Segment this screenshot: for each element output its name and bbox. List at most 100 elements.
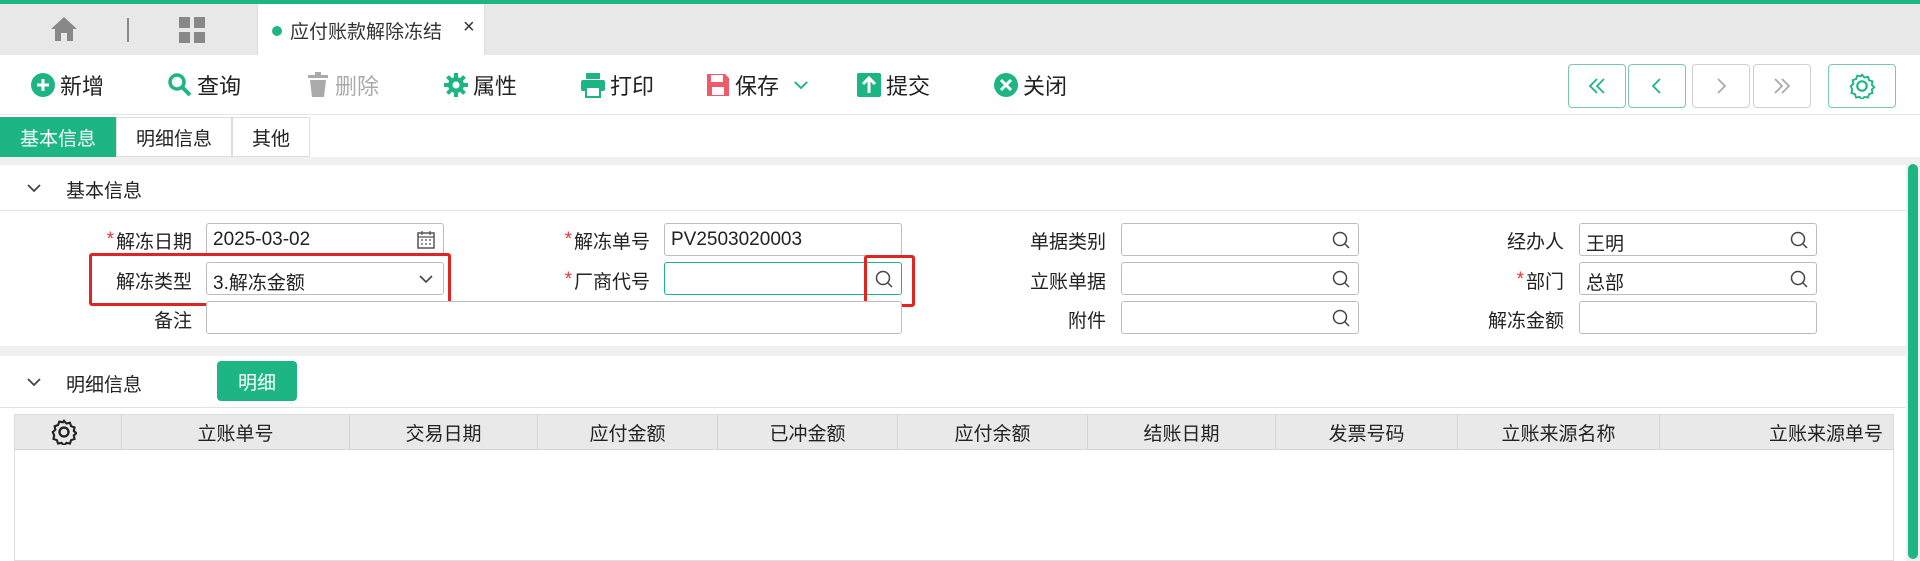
print-button[interactable]: 打印 [580,69,654,101]
unfreeze-date-value: 2025-03-02 [213,229,311,250]
department-value: 总部 [1586,273,1625,294]
section-title: 基本信息 [66,181,143,202]
upload-icon [857,73,881,97]
unfreeze-amount-label: 解冻金额 [1487,310,1564,332]
column-header[interactable]: 立账来源名称 [1458,415,1660,450]
close-icon[interactable]: × [463,16,475,39]
unfreeze-no-value: PV2503020003 [671,229,803,250]
remark-label: 备注 [153,310,192,332]
detail-table: 立账单号 交易日期 应付金额 已冲金额 应付余额 结账日期 发票号码 立账来源名… [14,414,1894,561]
handler-field[interactable]: 王明 [1579,223,1817,256]
next-record-button[interactable] [1692,64,1750,108]
vertical-scrollbar[interactable] [1906,160,1920,561]
save-label: 保存 [735,74,780,99]
query-button[interactable]: 查询 [167,69,241,101]
tab-unfreeze-payables[interactable]: 应付账款解除冻结 × [257,4,485,55]
close-button[interactable]: 关闭 [993,69,1067,101]
doc-category-field[interactable] [1121,223,1359,256]
handler-label: 经办人 [1506,231,1564,253]
basic-info-header[interactable]: 基本信息 [0,165,1910,211]
unfreeze-amount-field[interactable] [1579,301,1817,334]
attachment-label: 附件 [1067,310,1106,332]
highlight-box-vendor-search [864,255,915,307]
chevron-down-icon[interactable] [791,72,811,98]
unfreeze-no-label: * 解冻单号 [564,229,650,253]
department-label: * 部门 [1516,269,1564,293]
properties-button[interactable]: 属性 [443,69,517,101]
home-icon[interactable] [50,16,78,42]
highlight-box-unfreeze-type [89,253,451,306]
search-icon[interactable] [1789,269,1809,289]
unfreeze-no-field[interactable]: PV2503020003 [664,223,902,256]
gear-icon [444,73,468,97]
search-icon[interactable] [1331,308,1351,328]
properties-label: 属性 [473,74,518,99]
unfreeze-date-field[interactable]: 2025-03-02 [206,223,444,256]
account-doc-label: 立账单据 [1029,271,1106,293]
attachment-field[interactable] [1121,301,1359,334]
save-button[interactable]: 保存 [705,69,811,101]
detail-button[interactable]: 明细 [217,361,297,401]
account-doc-field[interactable] [1121,262,1359,295]
double-chevron-right-icon [1774,78,1791,94]
section-divider [0,346,1920,356]
calendar-icon[interactable] [416,230,436,250]
column-header[interactable]: 应付余额 [898,415,1088,450]
column-header[interactable]: 立账来源单号 [1660,415,1893,450]
department-field[interactable]: 总部 [1579,262,1817,295]
grid-icon[interactable] [178,16,206,44]
tab-label: 应付账款解除冻结 [290,22,443,43]
column-settings[interactable] [15,415,122,450]
tab-status-dot [272,26,282,36]
close-circle-icon [994,73,1018,97]
submit-label: 提交 [886,74,931,99]
gear-icon[interactable] [51,419,77,445]
trash-icon [308,72,328,97]
chevron-left-icon [1651,78,1661,94]
column-header[interactable]: 结账日期 [1088,415,1276,450]
close-label: 关闭 [1023,74,1068,99]
remark-field[interactable] [206,301,902,334]
column-header[interactable]: 应付金额 [538,415,718,450]
print-label: 打印 [610,74,655,99]
plus-circle-icon [31,73,55,97]
search-icon[interactable] [1789,230,1809,250]
chevron-right-icon [1717,78,1727,94]
vendor-code-label: * 厂商代号 [564,269,650,293]
table-header: 立账单号 交易日期 应付金额 已冲金额 应付余额 结账日期 发票号码 立账来源名… [15,415,1893,450]
submit-button[interactable]: 提交 [856,69,930,101]
search-icon[interactable] [1331,269,1351,289]
query-label: 查询 [197,74,242,99]
doc-category-label: 单据类别 [1029,231,1106,253]
column-header[interactable]: 立账单号 [122,415,350,450]
double-chevron-left-icon [1588,78,1605,94]
delete-label: 删除 [335,74,380,99]
column-header[interactable]: 发票号码 [1276,415,1458,450]
settings-button[interactable] [1828,64,1896,108]
first-record-button[interactable] [1568,64,1626,108]
last-record-button[interactable] [1753,64,1811,108]
column-header[interactable]: 已冲金额 [718,415,898,450]
section-title: 明细信息 [66,375,143,396]
tab-basic-info[interactable]: 基本信息 [0,117,117,157]
tab-separator [127,18,129,42]
search-icon[interactable] [1331,230,1351,250]
add-button[interactable]: 新增 [30,69,104,101]
unfreeze-date-label: * 解冻日期 [106,229,192,253]
form-tabs: 基本信息 明细信息 其他 [0,117,311,157]
toolbar: 新增 查询 删除 属性 打印 保存 提交 关闭 [0,55,1920,115]
save-icon [707,74,729,96]
search-icon [168,73,192,97]
prev-record-button[interactable] [1628,64,1686,108]
column-header[interactable]: 交易日期 [350,415,538,450]
chevron-down-icon[interactable] [25,179,43,197]
gear-icon [1849,73,1875,99]
add-label: 新增 [60,74,105,99]
tab-detail-info[interactable]: 明细信息 [116,117,233,157]
scrollbar-thumb[interactable] [1908,164,1918,559]
divider [0,157,1920,165]
chevron-down-icon[interactable] [25,373,43,391]
delete-button[interactable]: 删除 [305,69,379,101]
printer-icon [581,73,605,98]
tab-other[interactable]: 其他 [232,117,311,157]
